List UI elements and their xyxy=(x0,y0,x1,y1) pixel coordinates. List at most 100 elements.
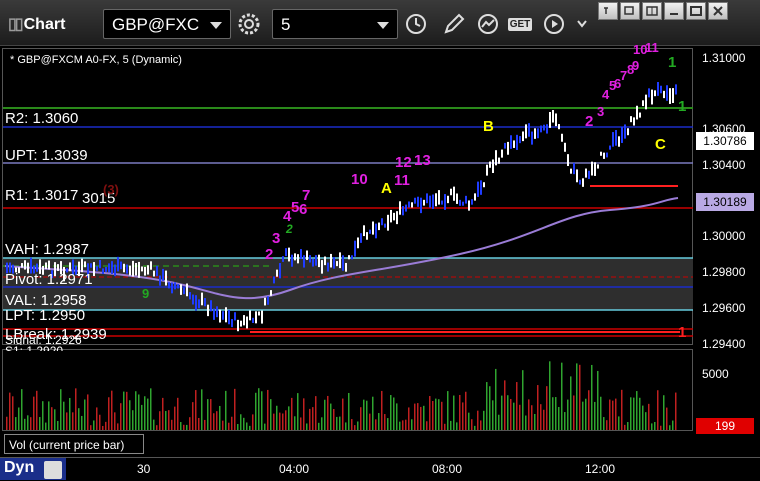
volume-bar xyxy=(30,417,32,430)
count-label: 13 xyxy=(414,152,431,169)
play-icon[interactable] xyxy=(540,10,568,38)
volume-bar xyxy=(330,403,332,430)
price-bar xyxy=(537,128,539,139)
volume-bar xyxy=(447,391,449,430)
price-bar xyxy=(138,261,140,278)
volume-bar xyxy=(483,410,485,430)
indicator-icon[interactable] xyxy=(474,10,502,38)
pencil-icon[interactable] xyxy=(440,10,468,38)
time-axis[interactable]: 30 04:00 08:00 12:00 xyxy=(0,457,760,481)
volume-bar xyxy=(600,396,602,430)
volume-bar xyxy=(48,401,50,430)
link-icon[interactable] xyxy=(44,461,62,479)
window-title[interactable]: ▯▯ Chart xyxy=(8,14,65,34)
price-bar xyxy=(495,150,497,166)
volume-bar xyxy=(426,421,428,430)
volume-bar xyxy=(36,390,38,430)
price-bar xyxy=(408,201,410,208)
volume-bar xyxy=(210,399,212,430)
price-bar xyxy=(390,209,392,223)
volume-bar xyxy=(588,390,590,430)
unlink-window-icon[interactable] xyxy=(598,2,618,20)
volume-bar xyxy=(465,391,467,430)
price-bar xyxy=(246,316,248,329)
chart-area[interactable]: * GBP@FXCM A0-FX, 5 (Dynamic) R2: 1.3060… xyxy=(0,40,760,481)
green-count-label: 1 xyxy=(678,98,687,115)
volume-bar xyxy=(540,404,542,430)
price-bar xyxy=(669,88,671,104)
volume-bar xyxy=(237,424,239,430)
price-bar xyxy=(114,264,116,277)
volume-bar xyxy=(564,412,566,430)
volume-bar xyxy=(621,389,623,430)
count-label: 3 xyxy=(597,104,605,119)
volume-bar xyxy=(123,391,125,430)
volume-bar xyxy=(276,405,278,430)
price-tick: 1.29400 xyxy=(702,337,746,351)
volume-bar xyxy=(633,397,635,430)
settings-gear-icon[interactable] xyxy=(235,10,263,38)
price-bar xyxy=(612,132,614,147)
price-bar xyxy=(465,195,467,204)
red-count-label: 1 xyxy=(678,324,687,341)
green-count-label: 1 xyxy=(668,54,677,71)
price-tick: 1.30000 xyxy=(702,229,746,243)
price-bar xyxy=(309,255,311,263)
clock-icon[interactable] xyxy=(402,10,430,38)
symbol-dropdown[interactable]: GBP@FXC xyxy=(103,9,231,39)
volume-bar xyxy=(204,419,206,430)
price-bar xyxy=(123,263,125,273)
symbol-value: GBP@FXC xyxy=(112,15,200,34)
price-chart-canvas[interactable] xyxy=(0,46,760,458)
count-label: 2 xyxy=(265,246,274,263)
volume-bar xyxy=(306,423,308,430)
price-bar xyxy=(648,88,650,98)
volume-bar xyxy=(243,417,245,430)
volume-legend[interactable]: Vol (current price bar) xyxy=(4,434,144,454)
volume-bar xyxy=(501,395,503,430)
volume-bar xyxy=(282,413,284,430)
volume-bar xyxy=(81,415,83,430)
price-bar xyxy=(660,85,662,94)
volume-bar xyxy=(57,420,59,430)
volume-bar xyxy=(384,414,386,430)
volume-bar xyxy=(21,389,23,430)
tile-window-icon[interactable] xyxy=(642,2,662,20)
restore-window-icon[interactable] xyxy=(620,2,640,20)
more-icon[interactable] xyxy=(568,10,596,38)
volume-bar xyxy=(522,370,524,430)
volume-bar xyxy=(186,424,188,430)
interval-dropdown[interactable]: 5 xyxy=(272,9,398,39)
volume-bar xyxy=(654,421,656,430)
price-bar xyxy=(366,232,368,240)
price-bar xyxy=(183,287,185,295)
maximize-window-icon[interactable] xyxy=(686,2,706,20)
price-bar xyxy=(192,294,194,305)
volume-bar xyxy=(138,394,140,430)
price-bar xyxy=(666,85,668,101)
get-icon[interactable]: GET xyxy=(506,10,534,38)
close-window-icon[interactable] xyxy=(708,2,728,20)
volume-bar xyxy=(153,419,155,430)
price-bar xyxy=(468,200,470,211)
volume-bar xyxy=(249,425,251,430)
minimize-window-icon[interactable] xyxy=(664,2,684,20)
drag-grip-icon[interactable]: ▯▯ xyxy=(8,16,24,33)
price-bar xyxy=(195,295,197,311)
volume-bar xyxy=(618,416,620,430)
volume-bar xyxy=(474,425,476,430)
volume-bar xyxy=(159,411,161,430)
price-bar xyxy=(570,168,572,174)
volume-bar xyxy=(675,392,677,430)
price-bar xyxy=(594,162,596,176)
volume-bar xyxy=(519,404,521,430)
r1-label: R1: 1.3017 xyxy=(5,187,79,204)
volume-bar xyxy=(492,400,494,430)
price-bar xyxy=(654,90,656,97)
volume-bar xyxy=(171,419,173,430)
price-bar xyxy=(606,152,608,158)
volume-bar xyxy=(471,419,473,430)
price-bar xyxy=(21,263,23,268)
volume-bar xyxy=(369,413,371,430)
volume-bar xyxy=(411,419,413,430)
